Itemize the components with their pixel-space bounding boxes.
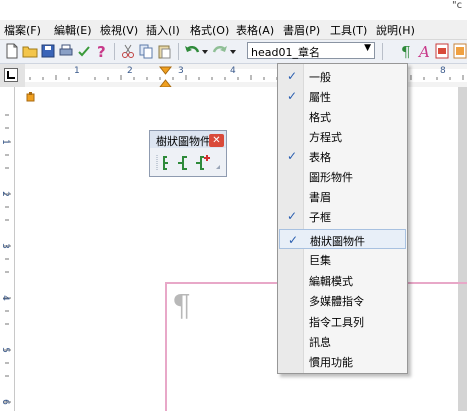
menu-item-format[interactable]: 格式 bbox=[279, 106, 406, 126]
vertical-ruler-number: 2 bbox=[0, 191, 10, 197]
vertical-ruler-number: 4 bbox=[0, 295, 10, 301]
menu-item-messages[interactable]: 訊息 bbox=[279, 331, 406, 351]
vertical-ruler-ticks bbox=[3, 114, 11, 403]
pdf-icon[interactable] bbox=[434, 43, 450, 59]
menu-insert[interactable]: 插入(I) bbox=[146, 22, 180, 38]
tree-toolbar-titlebar[interactable]: 樹狀圖物件 ✕ bbox=[150, 131, 226, 148]
cut-icon[interactable] bbox=[120, 43, 136, 59]
vertical-ruler-number: 1 bbox=[0, 139, 10, 145]
help-icon[interactable]: ? bbox=[94, 43, 110, 59]
export-icon[interactable] bbox=[452, 43, 467, 59]
menu-item-table[interactable]: ✓ 表格 bbox=[279, 146, 406, 166]
menu-item-equation[interactable]: 方程式 bbox=[279, 126, 406, 146]
ruler-number: 2 bbox=[127, 66, 133, 76]
menu-item-tree-object[interactable]: ✓ 樹狀圖物件 bbox=[279, 229, 406, 249]
vertical-ruler-number: 3 bbox=[0, 243, 10, 249]
menu-item-properties[interactable]: ✓ 屬性 bbox=[279, 86, 406, 106]
menu-item-favorites[interactable]: 慣用功能 bbox=[279, 351, 406, 371]
svg-text:A: A bbox=[417, 43, 430, 59]
menu-header[interactable]: 書眉(P) bbox=[283, 22, 320, 38]
tree-branch-icon[interactable] bbox=[178, 156, 187, 170]
tree-add-child-icon[interactable] bbox=[196, 155, 210, 170]
undo-dropdown-icon[interactable] bbox=[201, 43, 209, 59]
menu-bar: 檔案(F) 編輯(E) 檢視(V) 插入(I) 格式(O) 表格(A) 書眉(P… bbox=[0, 20, 467, 40]
menu-item-subframe[interactable]: ✓ 子框 bbox=[279, 206, 406, 226]
vertical-ruler-number: 6 bbox=[0, 399, 10, 405]
check-icon: ✓ bbox=[288, 233, 299, 247]
font-style-icon[interactable]: A bbox=[416, 43, 432, 59]
svg-text:¶: ¶ bbox=[401, 43, 411, 59]
left-tab-icon bbox=[7, 71, 15, 79]
redo-dropdown-icon[interactable] bbox=[229, 43, 237, 59]
menu-help[interactable]: 說明(H) bbox=[376, 22, 415, 38]
paragraph-style-value: head01_章名 bbox=[251, 46, 320, 59]
svg-text:?: ? bbox=[97, 43, 106, 59]
undo-icon[interactable] bbox=[184, 43, 200, 59]
title-bar bbox=[0, 0, 467, 20]
menu-item-header[interactable]: 書眉 bbox=[279, 186, 406, 206]
new-document-icon[interactable] bbox=[4, 43, 20, 59]
paragraph-mark: ¶ bbox=[172, 289, 192, 324]
paragraph-style-select[interactable]: head01_章名 ▼ bbox=[247, 42, 375, 59]
check-icon: ✓ bbox=[287, 89, 298, 103]
open-folder-icon[interactable] bbox=[22, 43, 38, 59]
menu-edit[interactable]: 編輯(E) bbox=[54, 22, 92, 38]
ruler-number: 3 bbox=[178, 66, 184, 76]
menu-tools[interactable]: 工具(T) bbox=[330, 22, 367, 38]
vertical-ruler-number: 5 bbox=[0, 347, 10, 353]
anchor-icon[interactable] bbox=[26, 92, 35, 102]
menu-table[interactable]: 表格(A) bbox=[236, 22, 274, 38]
menu-item-multimedia[interactable]: 多媒體指令 bbox=[279, 290, 406, 310]
paste-icon[interactable] bbox=[156, 43, 172, 59]
menu-item-graphic-objects[interactable]: 圖形物件 bbox=[279, 166, 406, 186]
menu-item-macro[interactable]: 巨集 bbox=[279, 249, 406, 269]
tree-tools bbox=[156, 155, 220, 171]
menu-item-general[interactable]: ✓ 一般 bbox=[279, 66, 406, 86]
ruler-number: 1 bbox=[74, 66, 80, 76]
chevron-down-icon: ▼ bbox=[364, 43, 371, 53]
menu-view[interactable]: 檢視(V) bbox=[100, 22, 138, 38]
copy-icon[interactable] bbox=[138, 43, 154, 59]
menu-item-edit-mode[interactable]: 編輯模式 bbox=[279, 270, 406, 290]
menu-format[interactable]: 格式(O) bbox=[190, 22, 229, 38]
print-icon[interactable] bbox=[58, 43, 74, 59]
save-icon[interactable] bbox=[40, 43, 56, 59]
ruler-number: 8 bbox=[440, 66, 446, 76]
toolbars-menu: ✓ 一般 ✓ 屬性 格式 方程式 ✓ 表格 圖形物件 書眉 ✓ 子框 ✓ 樹狀圖… bbox=[277, 63, 408, 374]
menu-item-command-toolbar[interactable]: 指令工具列 bbox=[279, 311, 406, 331]
menu-file[interactable]: 檔案(F) bbox=[4, 22, 41, 38]
tree-node-icon[interactable] bbox=[163, 156, 168, 170]
spellcheck-icon[interactable] bbox=[76, 43, 92, 59]
check-icon: ✓ bbox=[287, 149, 298, 163]
redo-icon[interactable] bbox=[212, 43, 228, 59]
check-icon: ✓ bbox=[287, 209, 298, 223]
close-icon[interactable]: ✕ bbox=[209, 134, 224, 147]
show-marks-icon[interactable]: ¶ bbox=[398, 43, 414, 59]
window-title: "c bbox=[452, 0, 463, 11]
ruler-number: 4 bbox=[230, 66, 236, 76]
standard-toolbar: ? head01_章名 ▼ ¶ A bbox=[0, 40, 467, 64]
tab-stop-selector[interactable] bbox=[4, 68, 18, 82]
tree-object-toolbar[interactable]: 樹狀圖物件 ✕ bbox=[149, 130, 227, 177]
indent-marker-icon[interactable] bbox=[159, 66, 172, 88]
check-icon: ✓ bbox=[287, 69, 298, 83]
tree-toolbar-title: 樹狀圖物件 bbox=[156, 135, 211, 148]
